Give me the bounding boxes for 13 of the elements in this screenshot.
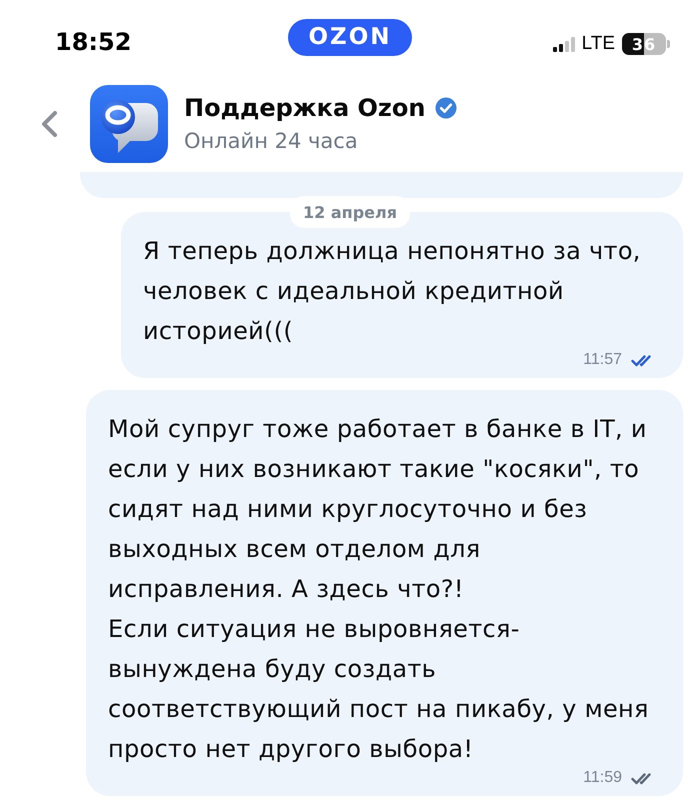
chat-status: Онлайн 24 часа — [184, 128, 359, 155]
chat-title: Поддержка Ozon — [184, 93, 426, 123]
date-label: 12 апреля — [290, 196, 410, 228]
network-type: LTE — [582, 33, 615, 55]
logo-pill: OZON — [288, 18, 412, 56]
message-text: Мой супруг тоже работает в банке в IT, и если у них возникают такие "косяки", то сидят над ними круглосуточно и без выходных всем отделом для исправления. А здесь что?! Если ситуация не выровняется-вынуждена буду создать соответствующий пост на пикабу, у меня просто нет другого выбора! — [108, 414, 650, 765]
chat-bubble-avatar-icon — [90, 85, 168, 163]
message-time: 11:59 — [583, 769, 622, 787]
message-time: 11:57 — [583, 351, 622, 369]
chevron-left-icon — [40, 111, 58, 137]
signal-icon — [552, 36, 575, 52]
status-time: 18:52 — [55, 28, 132, 56]
message-text: Я теперь должница непонятно за что, человек с идеальной кредитной историей((( — [143, 236, 642, 347]
